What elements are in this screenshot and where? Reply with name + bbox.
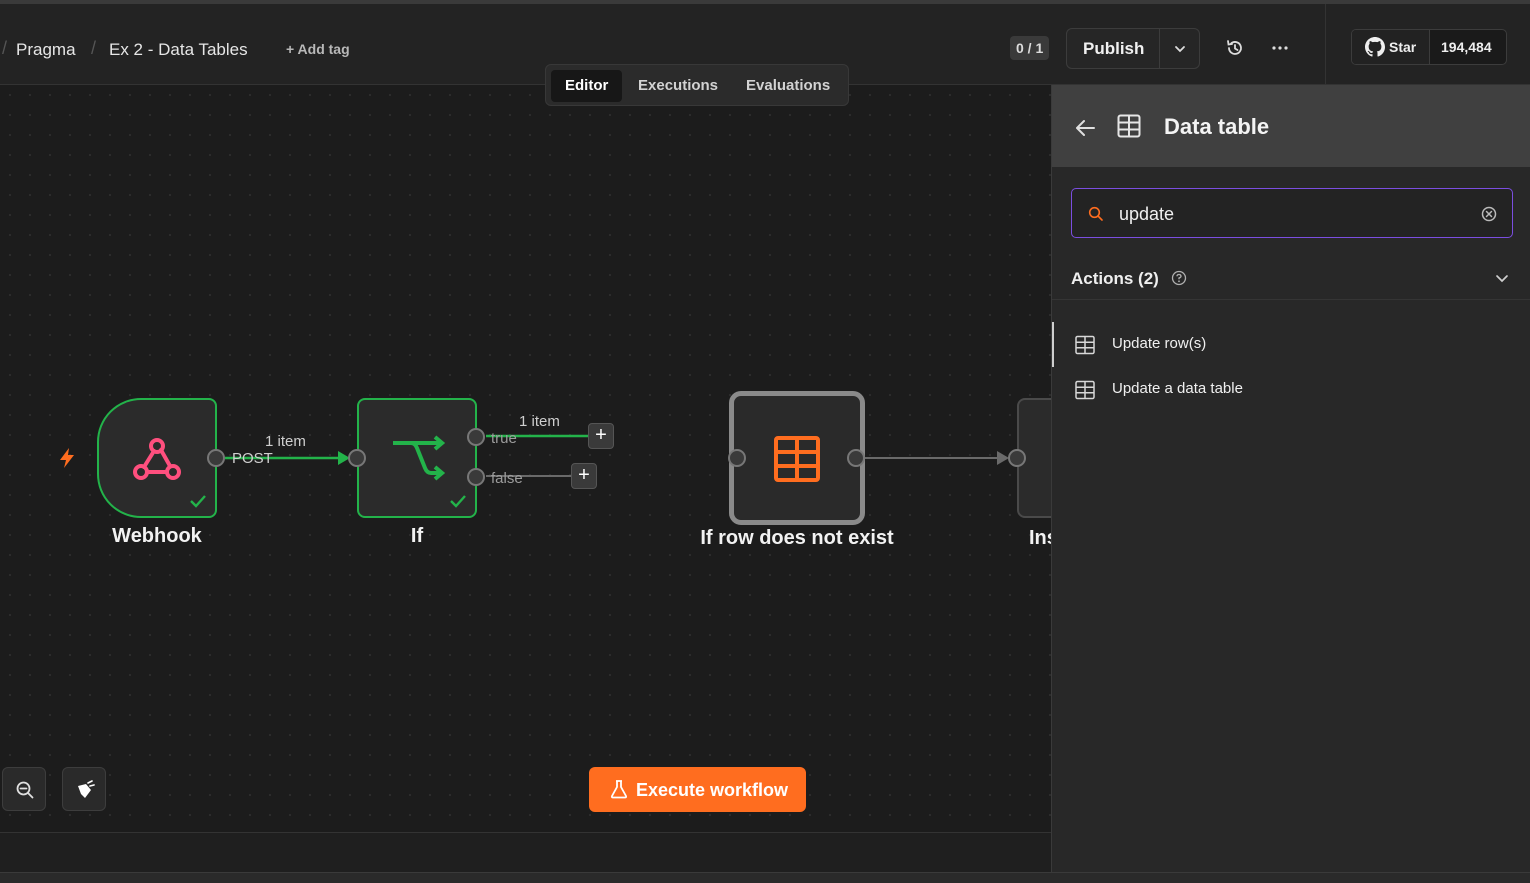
if-false-label: false <box>491 470 523 487</box>
app-root: / Pragma / Ex 2 - Data Tables + Add tag … <box>0 0 1530 883</box>
edge-item-count: 1 item <box>519 413 560 430</box>
webhook-node-label: Webhook <box>112 525 202 547</box>
github-star-count: 194,484 <box>1441 39 1492 55</box>
add-node-true-button[interactable]: + <box>588 423 614 449</box>
action-update-data-table[interactable]: Update a data table <box>1052 367 1530 412</box>
success-check-icon <box>190 495 206 508</box>
panel-header: Data table <box>1052 85 1530 167</box>
publish-divider <box>1159 29 1160 68</box>
clear-search-icon[interactable] <box>1480 205 1498 223</box>
add-node-false-button[interactable]: + <box>571 463 597 489</box>
github-star-label: Star <box>1389 39 1417 55</box>
header-divider <box>1325 4 1326 89</box>
action-update-data-table-label: Update a data table <box>1112 380 1243 397</box>
add-tag-button[interactable]: + Add tag <box>286 41 350 57</box>
window-bottom-bar <box>0 872 1530 883</box>
tidy-up-button[interactable] <box>62 767 106 811</box>
tab-evaluations[interactable]: Evaluations <box>732 70 844 102</box>
node-search-input[interactable] <box>1119 202 1459 226</box>
actions-section-title: Actions (2) <box>1071 269 1159 288</box>
breadcrumb-separator: / <box>2 38 8 58</box>
breadcrumb-project[interactable]: Pragma <box>16 40 76 60</box>
action-update-rows-label: Update row(s) <box>1112 335 1207 352</box>
actions-section-header[interactable]: Actions (2) <box>1052 250 1530 300</box>
zoom-out-icon <box>16 781 34 799</box>
insert-node-label: Ins <box>1029 527 1051 549</box>
row-check-node[interactable] <box>729 391 865 525</box>
row-check-output-port[interactable] <box>847 449 865 467</box>
if-node-label: If <box>410 525 424 547</box>
help-icon[interactable] <box>1171 270 1187 286</box>
tab-executions[interactable]: Executions <box>624 70 732 102</box>
if-branch-icon <box>393 435 445 481</box>
back-arrow-icon[interactable] <box>1074 118 1096 138</box>
publish-button-group: Publish <box>1066 28 1200 69</box>
github-star-button[interactable]: Star 194,484 <box>1351 29 1507 65</box>
row-check-node-label: If row does not exist <box>700 527 894 549</box>
github-icon <box>1365 37 1385 57</box>
broom-icon <box>78 780 95 798</box>
if-false-port[interactable] <box>467 468 485 486</box>
webhook-node[interactable] <box>97 398 217 518</box>
flask-icon <box>610 780 628 799</box>
action-update-rows[interactable]: Update row(s) <box>1052 322 1530 367</box>
webhook-output-port[interactable] <box>207 449 225 467</box>
table-icon <box>774 436 820 482</box>
execute-workflow-button[interactable]: Execute workflow <box>589 767 806 812</box>
edge-output-name: POST <box>232 450 273 467</box>
more-options-icon[interactable] <box>1270 38 1290 58</box>
node-search-box <box>1071 188 1513 238</box>
history-icon[interactable] <box>1225 38 1245 58</box>
publish-button[interactable]: Publish <box>1083 39 1144 59</box>
view-tabs: Editor Executions Evaluations <box>545 64 849 106</box>
zoom-out-button[interactable] <box>2 767 46 811</box>
insert-input-port[interactable] <box>1008 449 1026 467</box>
table-icon <box>1075 335 1095 355</box>
if-node[interactable] <box>357 398 477 518</box>
success-check-icon <box>450 495 466 508</box>
table-icon <box>1075 380 1095 400</box>
edge-item-count: 1 item <box>265 433 306 450</box>
version-counter-badge: 0 / 1 <box>1010 36 1050 60</box>
search-icon <box>1088 206 1103 221</box>
workflow-canvas[interactable]: Webhook 1 item POST If 1 item true false… <box>0 85 1051 832</box>
chevron-down-icon[interactable] <box>1494 270 1510 286</box>
execute-workflow-label: Execute workflow <box>636 780 789 800</box>
row-check-input-port[interactable] <box>728 449 746 467</box>
chevron-down-icon[interactable] <box>1173 42 1187 56</box>
trigger-bolt-icon <box>60 448 74 468</box>
tab-editor[interactable]: Editor <box>551 70 623 102</box>
panel-title: Data table <box>1164 114 1270 139</box>
if-input-port[interactable] <box>348 449 366 467</box>
if-true-label: true <box>491 430 517 447</box>
workflow-name[interactable]: Ex 2 - Data Tables <box>109 40 248 60</box>
if-true-port[interactable] <box>467 428 485 446</box>
active-indicator <box>1052 322 1054 367</box>
breadcrumb-separator: / <box>91 38 97 58</box>
github-separator <box>1429 30 1430 64</box>
table-icon <box>1117 114 1141 138</box>
webhook-icon <box>133 438 181 480</box>
node-creator-panel: Data table Actions (2) <box>1051 85 1530 873</box>
